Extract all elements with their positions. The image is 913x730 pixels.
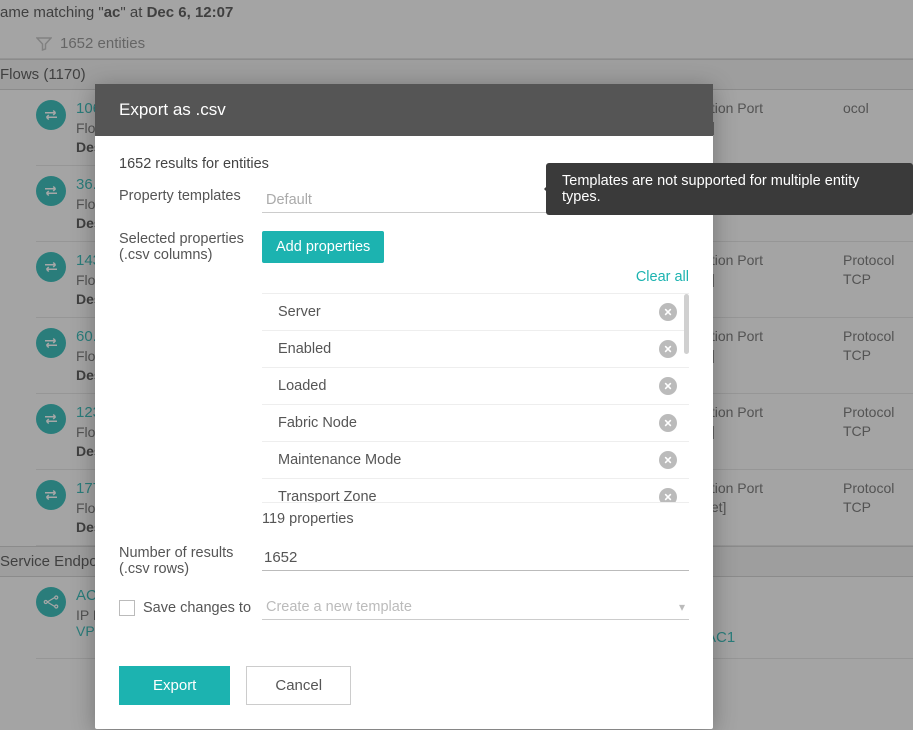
property-item: Enabled (262, 331, 689, 368)
num-results-sublabel: (.csv rows) (119, 561, 189, 577)
remove-property-button[interactable] (659, 303, 677, 321)
cancel-button[interactable]: Cancel (246, 666, 351, 705)
modal-title: Export as .csv (95, 84, 713, 136)
property-item: Loaded (262, 368, 689, 405)
property-name: Loaded (278, 378, 326, 394)
selected-props-sublabel: (.csv columns) (119, 247, 212, 263)
remove-property-button[interactable] (659, 377, 677, 395)
num-results-label: Number of results (119, 545, 233, 561)
property-item: Fabric Node (262, 405, 689, 442)
property-name: Server (278, 304, 321, 320)
property-name: Enabled (278, 341, 331, 357)
clear-all-link[interactable]: Clear all (262, 269, 689, 285)
export-button[interactable]: Export (119, 666, 230, 705)
num-results-input[interactable] (262, 545, 689, 571)
remove-property-button[interactable] (659, 488, 677, 503)
property-name: Maintenance Mode (278, 452, 401, 468)
property-item: Server (262, 294, 689, 331)
save-template-select[interactable]: Create a new template ▾ (262, 595, 689, 620)
remove-property-button[interactable] (659, 451, 677, 469)
add-properties-button[interactable]: Add properties (262, 231, 384, 263)
remove-property-button[interactable] (659, 414, 677, 432)
save-template-checkbox[interactable] (119, 600, 135, 616)
templates-disabled-tooltip: Templates are not supported for multiple… (546, 163, 913, 215)
save-template-label: Save changes to (143, 600, 251, 616)
property-name: Transport Zone (278, 489, 377, 503)
selected-properties-list: Server Enabled Loaded Fabric Node Maintenanc… (262, 293, 689, 503)
property-item: Maintenance Mode (262, 442, 689, 479)
property-count: 119 properties (262, 511, 689, 527)
chevron-down-icon: ▾ (679, 600, 685, 614)
templates-label: Property templates (119, 188, 254, 204)
remove-property-button[interactable] (659, 340, 677, 358)
scrollbar-thumb[interactable] (684, 294, 689, 354)
property-name: Fabric Node (278, 415, 357, 431)
property-item: Transport Zone (262, 479, 689, 503)
selected-props-label: Selected properties (119, 231, 244, 247)
